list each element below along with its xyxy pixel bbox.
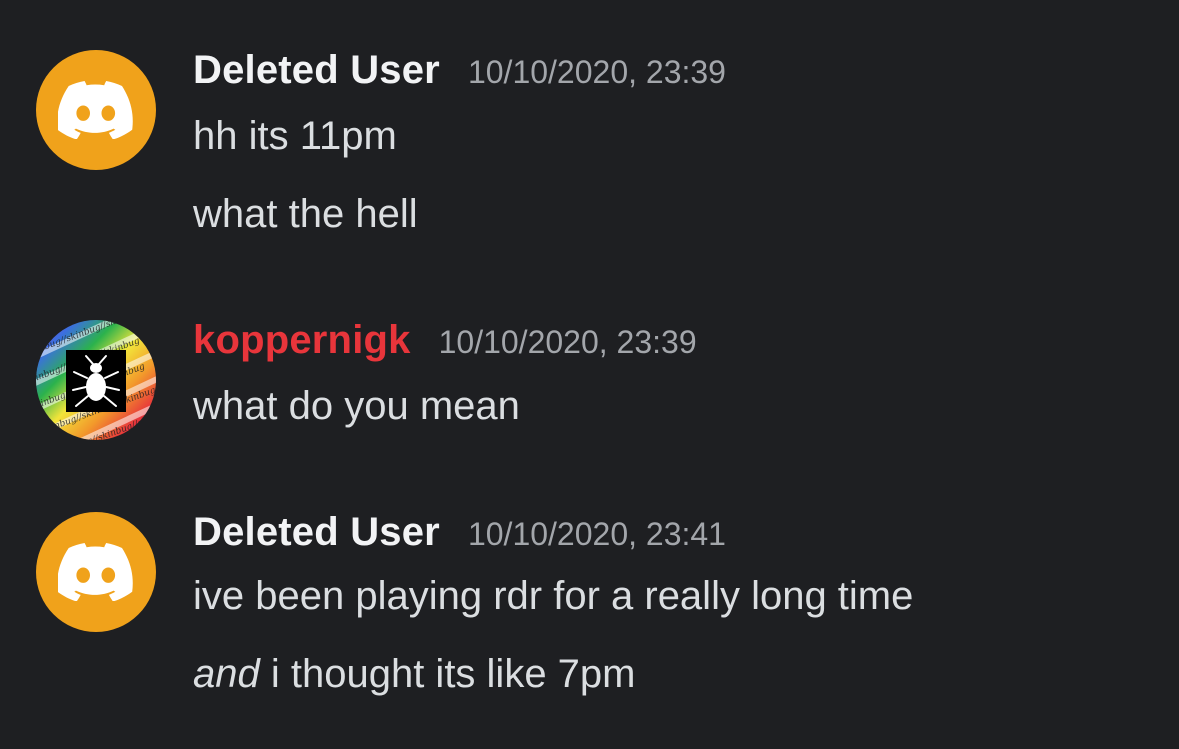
discord-logo-icon [58, 81, 133, 139]
message-text: and i thought its like 7pm [193, 652, 636, 697]
username[interactable]: koppernigk [193, 318, 411, 363]
chat-messages: Deleted User 10/10/2020, 23:39 hh its 11… [0, 0, 1179, 749]
avatar[interactable] [36, 512, 156, 632]
message-header: Deleted User 10/10/2020, 23:39 [193, 48, 726, 93]
timestamp[interactable]: 10/10/2020, 23:39 [468, 54, 726, 91]
avatar[interactable]: skinbug//skinbug//skinbug skinbug//skinb… [36, 320, 156, 440]
message-text: what do you mean [193, 384, 520, 428]
timestamp[interactable]: 10/10/2020, 23:41 [468, 516, 726, 553]
message-text-rest: i thought its like 7pm [259, 652, 636, 696]
username[interactable]: Deleted User [193, 48, 440, 93]
message-header: koppernigk 10/10/2020, 23:39 [193, 318, 697, 363]
timestamp[interactable]: 10/10/2020, 23:39 [439, 324, 697, 361]
message-text: hh its 11pm [193, 114, 397, 158]
message-text: ive been playing rdr for a really long t… [193, 574, 914, 618]
discord-logo-icon [58, 543, 133, 601]
emphasized-text: and [193, 652, 260, 696]
message-text: what the hell [193, 192, 418, 236]
message-header: Deleted User 10/10/2020, 23:41 [193, 510, 726, 555]
bug-on-rainbow-avatar-icon: skinbug//skinbug//skinbug skinbug//skinb… [36, 320, 156, 440]
avatar[interactable] [36, 50, 156, 170]
username[interactable]: Deleted User [193, 510, 440, 555]
